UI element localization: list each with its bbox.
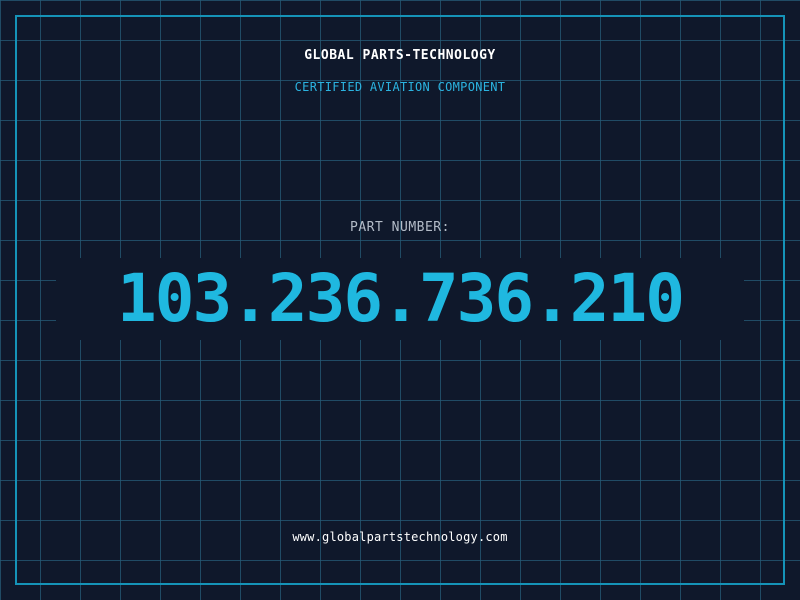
certification-subtitle: CERTIFIED AVIATION COMPONENT — [294, 80, 506, 94]
part-number-value: 103.236.736.210 — [116, 260, 685, 337]
company-name: GLOBAL PARTS-TECHNOLOGY — [304, 48, 496, 63]
part-number-label: PART NUMBER: — [350, 220, 450, 235]
website-url: www.globalpartstechnology.com — [292, 530, 508, 544]
part-label-card: GLOBAL PARTS-TECHNOLOGY CERTIFIED AVIATI… — [0, 0, 800, 600]
